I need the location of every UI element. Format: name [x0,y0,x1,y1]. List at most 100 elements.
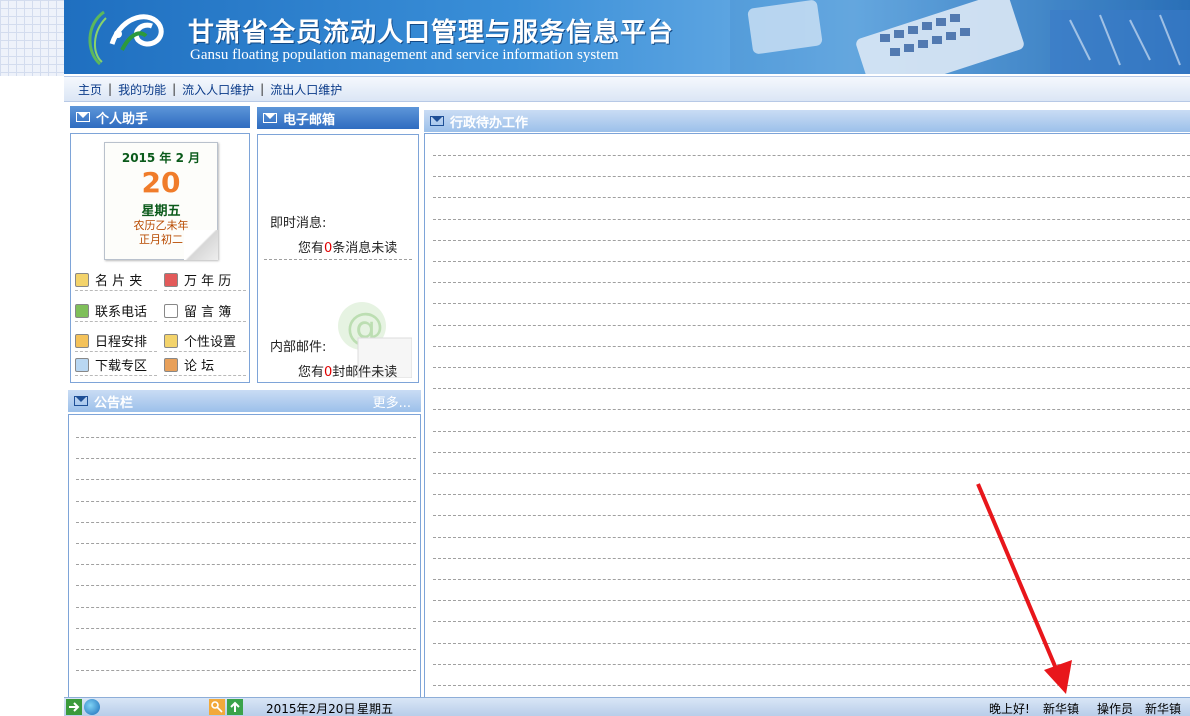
todo-row-divider [433,367,1190,368]
calendar-widget[interactable]: 2015 年 2 月 20 星期五 农历乙未年 正月初二 [104,142,218,260]
todo-row-divider [433,409,1190,411]
bulletin-row-divider [76,543,416,544]
nav-separator: | [172,82,177,96]
todo-row-divider [433,324,1190,326]
bulletin-more-link[interactable]: 更多... [373,392,411,411]
tool-perpetual-calendar[interactable]: 万 年 历 [164,269,246,291]
bulletin-panel [68,414,421,698]
app-root: 甘肃省全员流动人口管理与服务信息平台 Gansu floating popula… [0,0,1190,716]
status-bar: 2015年2月20日 星期五 晚上好! 新华镇 操作员 新华镇 [64,697,1190,716]
divider [264,259,412,260]
tool-label: 联系电话 [95,305,148,320]
calendar-year-month: 2015 年 2 月 [121,151,201,165]
todo-row-divider [433,176,1190,178]
instant-prefix: 您有 [298,241,325,256]
platform-title: 甘肃省全员流动人口管理与服务信息平台 [188,18,675,48]
header-banner: 甘肃省全员流动人口管理与服务信息平台 Gansu floating popula… [64,0,1190,74]
tool-label: 下载专区 [95,359,148,374]
calendar-icon [164,272,178,287]
bulletin-row-divider [76,521,416,523]
todo-row-divider [433,303,1190,305]
download-icon [75,357,89,372]
tool-business-cards[interactable]: 名 片 夹 [75,269,157,291]
status-greeting: 晚上好! [989,702,1030,716]
bulletin-row-divider [76,606,416,608]
tool-schedule[interactable]: 日程安排 [75,330,157,352]
envelope-icon [74,396,88,406]
nav-outflow-maintenance[interactable]: 流出人口维护 [270,81,342,98]
tool-personal-settings[interactable]: 个性设置 [164,330,246,352]
status-weekday: 星期五 [357,702,394,716]
settings-icon [164,333,178,348]
tool-label: 万 年 历 [184,274,232,289]
nav-separator: | [108,82,113,96]
bulletin-row-divider [76,479,416,481]
todo-row-divider [433,345,1190,347]
todo-row-divider [433,473,1190,474]
mailbox-panel-header: 电子邮箱 [257,107,419,129]
todo-panel-header: 行政待办工作 [424,110,1190,132]
arrow-up-icon[interactable] [227,699,243,715]
tool-guestbook[interactable]: 留 言 簿 [164,300,246,322]
tool-label: 个性设置 [184,335,237,350]
forum-users-icon [164,357,178,372]
bulletin-panel-header: 公告栏 更多... [68,390,421,412]
todo-row-divider [433,239,1190,241]
todo-row-divider [433,261,1190,262]
envelope-icon [76,112,90,122]
envelope-icon [263,113,277,123]
decorative-grid [0,0,64,76]
tool-downloads[interactable]: 下载专区 [75,354,157,376]
keyboard-decoration-icon [730,0,1190,74]
key-icon[interactable] [209,699,225,715]
status-town: 新华镇 [1043,702,1080,716]
tool-forum[interactable]: 论 坛 [164,354,246,376]
calendar-weekday: 星期五 [141,204,181,219]
internal-suffix: 封邮件未读 [332,365,398,380]
nav-separator: | [260,82,265,96]
bulletin-row-divider [76,649,416,650]
arrow-right-icon[interactable] [66,699,82,715]
tool-label: 日程安排 [95,335,148,350]
tool-contact-phone[interactable]: 联系电话 [75,300,157,322]
bulletin-row-divider [76,627,416,629]
todo-row-divider [433,218,1190,220]
todo-panel-title: 行政待办工作 [450,115,529,131]
status-role: 操作员 [1097,702,1134,716]
tool-label: 名 片 夹 [95,274,143,289]
todo-row-divider [433,197,1190,199]
status-date: 2015年2月20日 [266,702,356,716]
todo-row-divider [433,388,1190,390]
status-user-town: 新华镇 [1145,702,1182,716]
top-nav: 主页 | 我的功能 | 流入人口维护 | 流出人口维护 [64,76,1190,102]
nav-my-functions[interactable]: 我的功能 [118,81,166,98]
internal-mail-status[interactable]: 您有0封邮件未读 [298,361,397,380]
mailbox-panel-title: 电子邮箱 [283,112,336,128]
platform-subtitle: Gansu floating population management and… [190,47,619,63]
globe-icon[interactable] [84,699,100,715]
schedule-icon [75,333,89,348]
bulletin-row-divider [76,437,416,438]
instant-suffix: 条消息未读 [332,241,398,256]
instant-message-status[interactable]: 您有0条消息未读 [298,237,397,256]
nav-inflow-maintenance[interactable]: 流入人口维护 [182,81,254,98]
todo-row-divider [433,430,1190,432]
bulletin-row-divider [76,500,416,502]
calendar-day: 20 [141,166,181,199]
nav-home[interactable]: 主页 [78,81,102,98]
todo-row-divider [433,155,1190,156]
bulletin-row-divider [76,458,416,460]
notepad-icon [164,303,178,318]
platform-logo-icon [88,10,164,66]
bulletin-panel-title: 公告栏 [94,395,134,411]
internal-prefix: 您有 [298,365,325,380]
folder-icon [75,272,89,287]
todo-row-divider [433,282,1190,284]
phone-icon [75,303,89,318]
assistant-panel-header: 个人助手 [70,106,250,128]
assistant-panel-title: 个人助手 [96,111,149,127]
bulletin-row-divider [76,585,416,587]
tool-label: 留 言 簿 [184,305,232,320]
page-curl-decoration [184,230,218,260]
bulletin-row-divider [76,564,416,566]
